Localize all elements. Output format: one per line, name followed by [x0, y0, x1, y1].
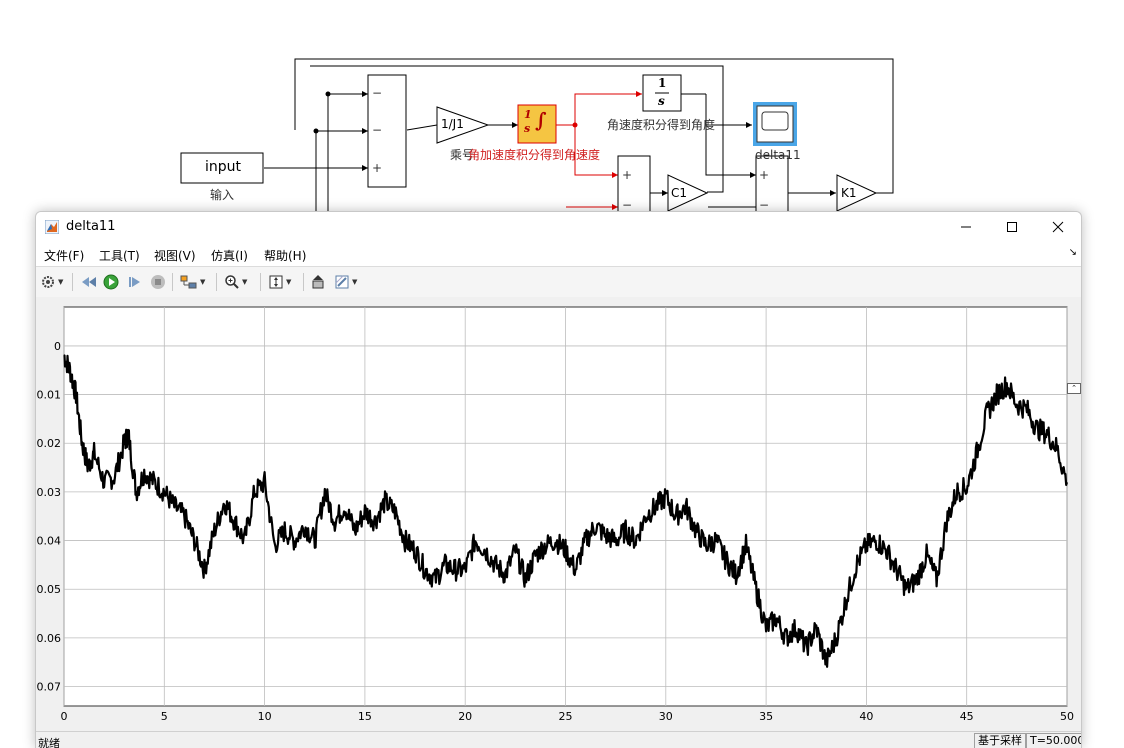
x-tick-label: 40: [859, 710, 873, 723]
x-tick-label: 45: [960, 710, 974, 723]
x-tick-label: 20: [458, 710, 472, 723]
sum1-minus-a: −: [372, 86, 383, 100]
minimize-button[interactable]: [943, 212, 989, 242]
step-back-icon: [82, 277, 96, 287]
stop-button[interactable]: [150, 273, 166, 291]
window-title: delta11: [66, 219, 116, 234]
input-caption: 输入: [210, 188, 235, 202]
y-tick-label: -0.03: [36, 486, 61, 499]
expand-legend-icon[interactable]: ⌃: [1067, 383, 1081, 394]
sum2-plus: +: [622, 168, 633, 182]
run-icon: [103, 274, 119, 290]
menu-simulation[interactable]: 仿真(I): [211, 247, 248, 264]
close-icon: [1052, 221, 1064, 233]
sum1-plus: +: [372, 161, 383, 175]
cursor-button[interactable]: [310, 273, 326, 291]
menu-tools[interactable]: 工具(T): [99, 247, 140, 264]
highlight-button[interactable]: ▼: [180, 273, 205, 291]
scope-window: delta11 文件(F) 工具(T) 视图(V) 仿真(I) 帮助(H) ↘ …: [35, 211, 1082, 748]
stop-icon: [151, 275, 165, 289]
tf-denominator: s: [658, 94, 665, 108]
x-tick-label: 15: [358, 710, 372, 723]
toolbar-separator: [303, 273, 304, 291]
chevron-down-icon: ▼: [286, 278, 292, 286]
step-back-button[interactable]: [80, 273, 98, 291]
sample-mode-indicator: 基于采样: [974, 733, 1026, 748]
k1-block-label[interactable]: K1: [841, 186, 857, 200]
chevron-down-icon: ▼: [242, 278, 248, 286]
x-tick-label: 50: [1060, 710, 1074, 723]
matlab-logo-icon: [45, 220, 59, 234]
integrator2-caption: 角速度积分得到角度: [607, 118, 716, 132]
scope-plot[interactable]: 0 5 10 15 20 25 30 35 40 45 50 0 -0.01 -0.02 -0.03 -0.…: [36, 297, 1081, 731]
zoom-button[interactable]: ▼: [224, 273, 247, 291]
x-tick-label: 30: [659, 710, 673, 723]
input-block-label[interactable]: input: [205, 159, 241, 175]
maximize-icon: [1007, 222, 1017, 232]
plot-area: 0 5 10 15 20 25 30 35 40 45 50 0 -0.01 -0.02 -0.03 -0.…: [36, 297, 1081, 731]
menu-bar: 文件(F) 工具(T) 视图(V) 仿真(I) 帮助(H) ↘: [36, 242, 1081, 266]
integral-sign: ∫: [535, 108, 547, 132]
toolbar-separator: [72, 273, 73, 291]
sum1-minus-b: −: [372, 123, 383, 137]
settings-button[interactable]: ▼: [40, 273, 63, 291]
style-icon: [335, 275, 349, 289]
toolbar-separator: [172, 273, 173, 291]
menu-help[interactable]: 帮助(H): [264, 247, 306, 264]
sum3-minus: −: [759, 198, 770, 212]
gear-icon: [42, 276, 54, 288]
scope-caption: delta11: [755, 148, 801, 162]
run-button[interactable]: [103, 273, 119, 291]
step-forward-icon: [129, 277, 140, 287]
x-tick-label: 25: [559, 710, 573, 723]
x-tick-label: 5: [161, 710, 168, 723]
undock-icon[interactable]: ↘: [1069, 247, 1077, 258]
maximize-button[interactable]: [989, 212, 1035, 242]
x-tick-label: 35: [759, 710, 773, 723]
gain-block-label[interactable]: 1/J1: [441, 117, 464, 131]
menu-file[interactable]: 文件(F): [44, 247, 84, 264]
sum3-plus: +: [759, 168, 770, 182]
y-tick-label: -0.06: [36, 632, 61, 645]
status-text: 就绪: [38, 737, 60, 748]
menu-view[interactable]: 视图(V): [154, 247, 196, 264]
cursor-icon: [312, 275, 324, 289]
highlight-icon: [180, 275, 197, 289]
integrator-caption: 角加速度积分得到角速度: [468, 148, 601, 162]
toolbar-separator: [260, 273, 261, 291]
chevron-down-icon: ▼: [200, 278, 206, 286]
chevron-down-icon: ▼: [58, 278, 64, 286]
y-tick-label: -0.02: [36, 437, 61, 450]
x-tick-label: 0: [61, 710, 68, 723]
c1-block-label[interactable]: C1: [671, 186, 687, 200]
simulink-diagram: [180, 58, 894, 215]
autoscale-icon: [269, 275, 283, 289]
toolbar-separator: [216, 273, 217, 291]
y-tick-label: -0.05: [36, 583, 61, 596]
sum2-minus: −: [622, 198, 633, 212]
y-tick-label: -0.04: [36, 535, 61, 548]
minimize-icon: [961, 226, 971, 228]
chevron-down-icon: ▼: [352, 278, 358, 286]
x-tick-label: 10: [258, 710, 272, 723]
toolbar: ▼ ▼ ▼ ▼ ▼: [36, 266, 1081, 298]
step-forward-button[interactable]: [127, 273, 143, 291]
status-bar: 就绪 基于采样 T=50.000: [36, 731, 1081, 748]
close-button[interactable]: [1035, 212, 1081, 242]
y-tick-label: 0: [54, 340, 61, 353]
integrator-den: s: [524, 122, 531, 135]
y-tick-label: -0.07: [36, 681, 61, 694]
simulation-time: T=50.000: [1026, 733, 1081, 748]
autoscale-button[interactable]: ▼: [268, 273, 291, 291]
title-bar[interactable]: delta11: [36, 212, 1081, 242]
integrator-num: 1: [524, 108, 532, 121]
style-button[interactable]: ▼: [334, 273, 357, 291]
y-tick-label: -0.01: [36, 389, 61, 402]
tf-numerator: 1: [658, 76, 667, 90]
zoom-in-icon: [225, 275, 239, 289]
